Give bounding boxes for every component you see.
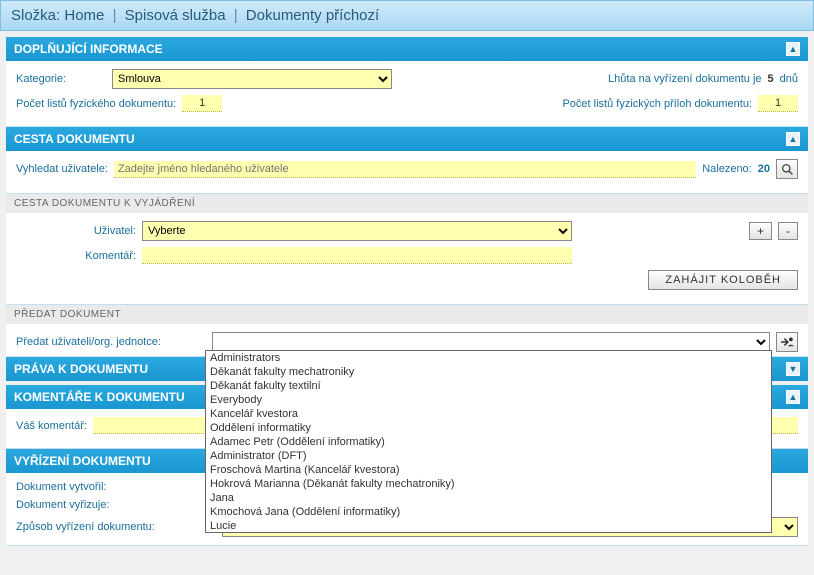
sub-header-vyjadreni: CESTA DOKUMENTU K VYJÁDŘENÍ [6, 194, 808, 213]
dropdown-option[interactable]: Oddělení informatiky [206, 421, 771, 435]
lhuta-days: 5 [768, 73, 774, 85]
breadcrumb-item-docs[interactable]: Dokumenty příchozí [246, 7, 379, 24]
panel-body-cesta: Vyhledat uživatele: Nalezeno: 20 [6, 151, 808, 194]
panel-body-vyjadreni: Uživatel: Vyberte + - Komentář: ZAHÁJIT … [6, 213, 808, 305]
panel-header-doplnujici: DOPLŇUJÍCÍ INFORMACE ▲ [6, 37, 808, 61]
vytvoril-label: Dokument vytvořil: [16, 481, 216, 493]
panel-header-cesta: CESTA DOKUMENTU ▲ [6, 127, 808, 151]
add-button[interactable]: + [749, 222, 772, 240]
search-icon-button[interactable] [776, 159, 798, 179]
collapse-icon[interactable]: ▲ [786, 390, 800, 404]
predat-dropdown-menu[interactable]: AdministratorsDěkanát fakulty mechatroni… [205, 350, 772, 533]
breadcrumb-item-home[interactable]: Home [64, 7, 104, 24]
dropdown-option[interactable]: Hokrová Marianna (Děkanát fakulty mechat… [206, 477, 771, 491]
uzivatel-label: Uživatel: [16, 225, 136, 237]
panel-body-doplnujici: Kategorie: Smlouva Lhůta na vyřízení dok… [6, 61, 808, 127]
kategorie-label: Kategorie: [16, 73, 106, 85]
pocet-priloh-label: Počet listů fyzických příloh dokumentu: [562, 98, 752, 110]
collapse-icon[interactable]: ▲ [786, 42, 800, 56]
dropdown-option[interactable]: Kancelář kvestora [206, 407, 771, 421]
pocet-priloh-input[interactable] [758, 95, 798, 112]
transfer-icon [780, 336, 794, 348]
dropdown-option[interactable]: Froschová Martina (Kancelář kvestora) [206, 463, 771, 477]
panel-title: CESTA DOKUMENTU [14, 132, 135, 146]
vyhledat-label: Vyhledat uživatele: [16, 163, 108, 175]
breadcrumb: Složka: Home | Spisová služba | Dokument… [0, 0, 814, 31]
transfer-icon-button[interactable] [776, 332, 798, 352]
panel-title: DOPLŇUJÍCÍ INFORMACE [14, 42, 163, 56]
remove-button[interactable]: - [778, 222, 798, 240]
dropdown-option[interactable]: Everybody [206, 393, 771, 407]
kategorie-select[interactable]: Smlouva [112, 69, 392, 89]
breadcrumb-sep: | [113, 7, 117, 24]
panel-title: PRÁVA K DOKUMENTU [14, 362, 148, 376]
breadcrumb-sep: | [234, 7, 238, 24]
breadcrumb-item-spis[interactable]: Spisová služba [125, 7, 226, 24]
dropdown-option[interactable]: Jana [206, 491, 771, 505]
breadcrumb-prefix: Složka: [11, 7, 60, 24]
vas-komentar-label: Váš komentář: [16, 420, 87, 432]
predat-label: Předat uživateli/org. jednotce: [16, 336, 206, 348]
expand-icon[interactable]: ▼ [786, 362, 800, 376]
collapse-icon[interactable]: ▲ [786, 132, 800, 146]
search-user-input[interactable] [114, 161, 696, 178]
vyrizuje-label: Dokument vyřizuje: [16, 499, 216, 511]
zahajit-kolobeh-button[interactable]: ZAHÁJIT KOLOBĚH [648, 270, 798, 290]
pocet-listu-input[interactable] [182, 95, 222, 112]
nalezeno-count: 20 [758, 163, 770, 175]
komentar-label: Komentář: [16, 250, 136, 262]
search-icon [781, 163, 794, 176]
sub-header-predat: PŘEDAT DOKUMENT [6, 305, 808, 324]
dropdown-option[interactable]: Administrators [206, 351, 771, 365]
lhuta-text-2: dnů [780, 73, 798, 85]
predat-select[interactable] [212, 332, 770, 352]
dropdown-option[interactable]: Administrator (DFT) [206, 449, 771, 463]
uzivatel-select[interactable]: Vyberte [142, 221, 572, 241]
zpusob-label: Způsob vyřízení dokumentu: [16, 521, 216, 533]
pocet-listu-label: Počet listů fyzického dokumentu: [16, 98, 176, 110]
dropdown-option[interactable]: Děkanát fakulty mechatroniky [206, 365, 771, 379]
panel-title: VYŘÍZENÍ DOKUMENTU [14, 454, 151, 468]
nalezeno-label: Nalezeno: [702, 163, 752, 175]
panel-title: KOMENTÁŘE K DOKUMENTU [14, 390, 185, 404]
dropdown-option[interactable]: Lucie [206, 519, 771, 533]
lhuta-text-1: Lhůta na vyřízení dokumentu je [608, 73, 761, 85]
komentar-input[interactable] [142, 247, 572, 264]
dropdown-option[interactable]: Adamec Petr (Oddělení informatiky) [206, 435, 771, 449]
dropdown-option[interactable]: Kmochová Jana (Oddělení informatiky) [206, 505, 771, 519]
dropdown-option[interactable]: Děkanát fakulty textilní [206, 379, 771, 393]
